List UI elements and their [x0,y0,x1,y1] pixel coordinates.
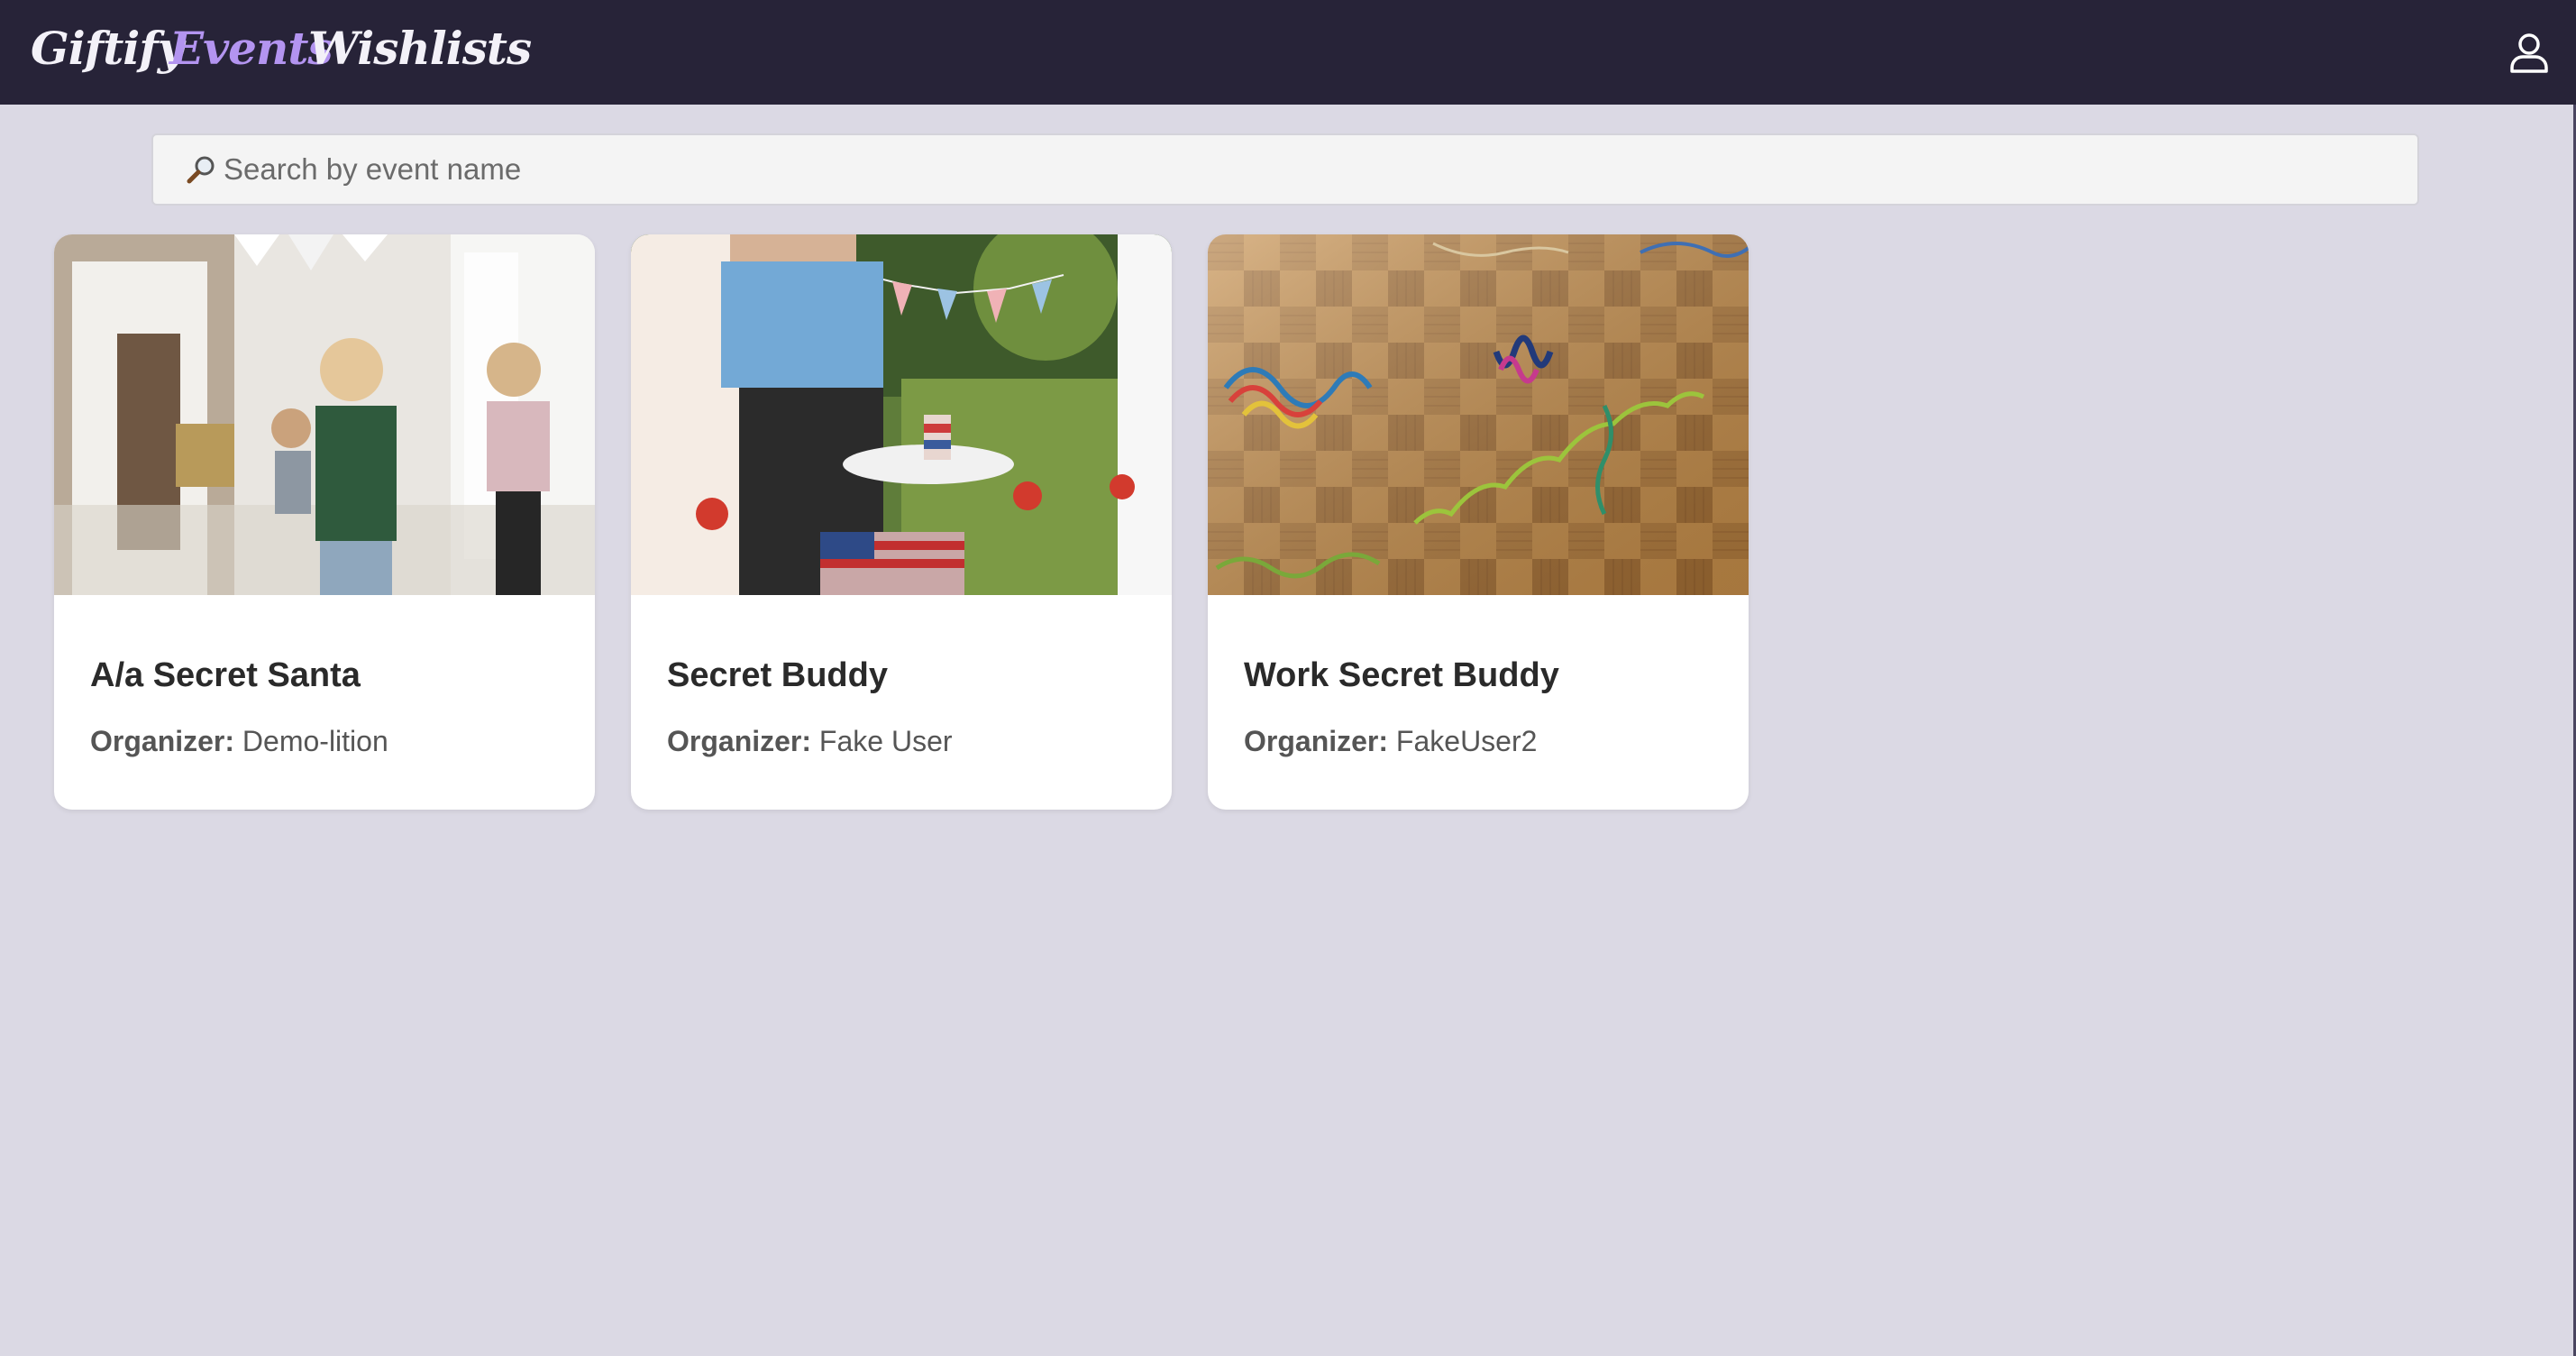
event-title: Secret Buddy [667,656,888,694]
brand-logo-link[interactable]: Giftify [31,22,184,75]
organizer-name: Fake User [818,725,953,757]
event-photo-streamers-floor [1208,234,1749,595]
organizer-label: Organizer: [90,725,235,757]
top-navbar: Giftify Events Wishlists [0,0,2576,105]
event-card[interactable]: Secret Buddy Organizer: Fake User [631,234,1172,810]
event-photo-birthday-party [54,234,595,595]
search-input[interactable] [224,142,2387,197]
event-organizer: Organizer: FakeUser2 [1244,725,1537,758]
magnifier-icon [187,156,215,184]
organizer-label: Organizer: [1244,725,1389,757]
event-title: Work Secret Buddy [1244,656,1559,694]
organizer-label: Organizer: [667,725,812,757]
organizer-name: FakeUser2 [1395,725,1538,757]
user-icon[interactable] [2507,31,2551,74]
organizer-name: Demo-lition [242,725,388,757]
event-card[interactable]: A/a Secret Santa Organizer: Demo-lition [54,234,595,810]
event-organizer: Organizer: Fake User [667,725,953,758]
event-title: A/a Secret Santa [90,656,361,694]
event-organizer: Organizer: Demo-lition [90,725,388,758]
search-bar [151,133,2419,206]
event-card[interactable]: Work Secret Buddy Organizer: FakeUser2 [1208,234,1749,810]
nav-wishlists-link[interactable]: Wishlists [308,22,532,75]
event-photo-garden-party [631,234,1172,595]
